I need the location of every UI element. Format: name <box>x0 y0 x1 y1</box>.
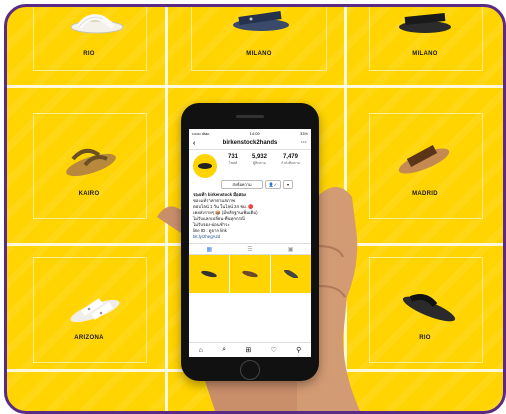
search-icon[interactable]: ⌕ <box>222 346 226 354</box>
stat-label: ผู้ติดตาม <box>252 161 267 165</box>
profile-actions: ส่งข้อความ 👤✓ ▾ <box>221 180 307 189</box>
profile-header: ‹ birkenstock2hands ··· <box>189 137 311 150</box>
bio-link[interactable]: bit.ly/2hegA2d <box>193 234 307 240</box>
sandal-kairo-gold <box>66 148 116 177</box>
username: birkenstock2hands <box>222 140 278 146</box>
stat-label: กำลังติดตาม <box>280 161 300 165</box>
profile-icon[interactable]: ⚲ <box>296 346 301 354</box>
tile-label: ARIZONA <box>74 335 104 341</box>
carrier-label: •••oo dtac <box>192 130 210 136</box>
battery-label: 33% <box>299 130 308 136</box>
avatar[interactable] <box>193 154 217 178</box>
post-thumbnail[interactable] <box>271 255 311 293</box>
heart-icon[interactable]: ♡ <box>271 346 277 354</box>
profile-stats: 731 โพสต์ 5,932 ผู้ติดตาม 7,479 กำลังติด… <box>221 154 307 178</box>
instagram-screen: •••oo dtac 14:09 33% ‹ birkenstock2hands… <box>189 129 311 357</box>
sandal-rio-black <box>402 294 456 322</box>
ad-banner: RIO MILANO MILANO KAIRO MADRID ARIZONA R… <box>4 4 506 414</box>
sandal-milano-navy <box>233 11 289 31</box>
profile-bio: รองเท้า birkenstock มือสอง ของแท้ราคาตาม… <box>189 189 311 243</box>
stat-following[interactable]: 7,479 กำลังติดตาม <box>281 154 300 178</box>
post-thumbnail[interactable] <box>230 255 270 293</box>
message-button[interactable]: ส่งข้อความ <box>221 180 263 189</box>
more-icon[interactable]: ··· <box>301 140 307 146</box>
add-post-icon[interactable]: ⊞ <box>245 346 251 354</box>
follow-button[interactable]: 👤✓ <box>265 180 281 189</box>
sandal-milano-black <box>399 13 451 33</box>
dropdown-button[interactable]: ▾ <box>283 180 293 189</box>
sandal-icon <box>198 163 212 169</box>
stat-label: โพสต์ <box>228 161 238 165</box>
stat-followers[interactable]: 5,932 ผู้ติดตาม <box>252 154 267 178</box>
tagged-icon[interactable]: ▣ <box>288 246 294 253</box>
sandal-rio-white <box>70 14 124 34</box>
grid-divider <box>7 85 503 88</box>
home-button[interactable] <box>240 360 260 380</box>
tile-label: KAIRO <box>78 191 100 197</box>
smartphone: •••oo dtac 14:09 33% ‹ birkenstock2hands… <box>181 103 319 381</box>
chevron-down-icon: ▾ <box>286 182 289 187</box>
tile-label: RIO <box>83 51 95 57</box>
back-icon[interactable]: ‹ <box>193 140 195 147</box>
list-view-icon[interactable]: ☰ <box>247 246 252 253</box>
post-grid <box>189 255 311 293</box>
profile-summary: 731 โพสต์ 5,932 ผู้ติดตาม 7,479 กำลังติด… <box>189 150 311 178</box>
sandal-arizona-white <box>70 298 120 323</box>
post-thumbnail[interactable] <box>189 255 229 293</box>
user-check-icon: 👤✓ <box>268 182 278 187</box>
time-label: 14:09 <box>249 130 260 136</box>
phone-speaker <box>236 115 264 118</box>
stat-posts[interactable]: 731 โพสต์ <box>228 154 238 178</box>
sandal-madrid-brown <box>398 145 450 174</box>
grid-view-icon[interactable]: ▦ <box>207 246 213 253</box>
view-tabs: ▦ ☰ ▣ <box>189 243 311 255</box>
bottom-nav: ⌂ ⌕ ⊞ ♡ ⚲ <box>189 342 311 357</box>
status-bar: •••oo dtac 14:09 33% <box>189 129 311 137</box>
tile-label: MILANO <box>412 51 438 57</box>
tile-label: MILANO <box>246 51 272 57</box>
home-icon[interactable]: ⌂ <box>199 347 203 354</box>
